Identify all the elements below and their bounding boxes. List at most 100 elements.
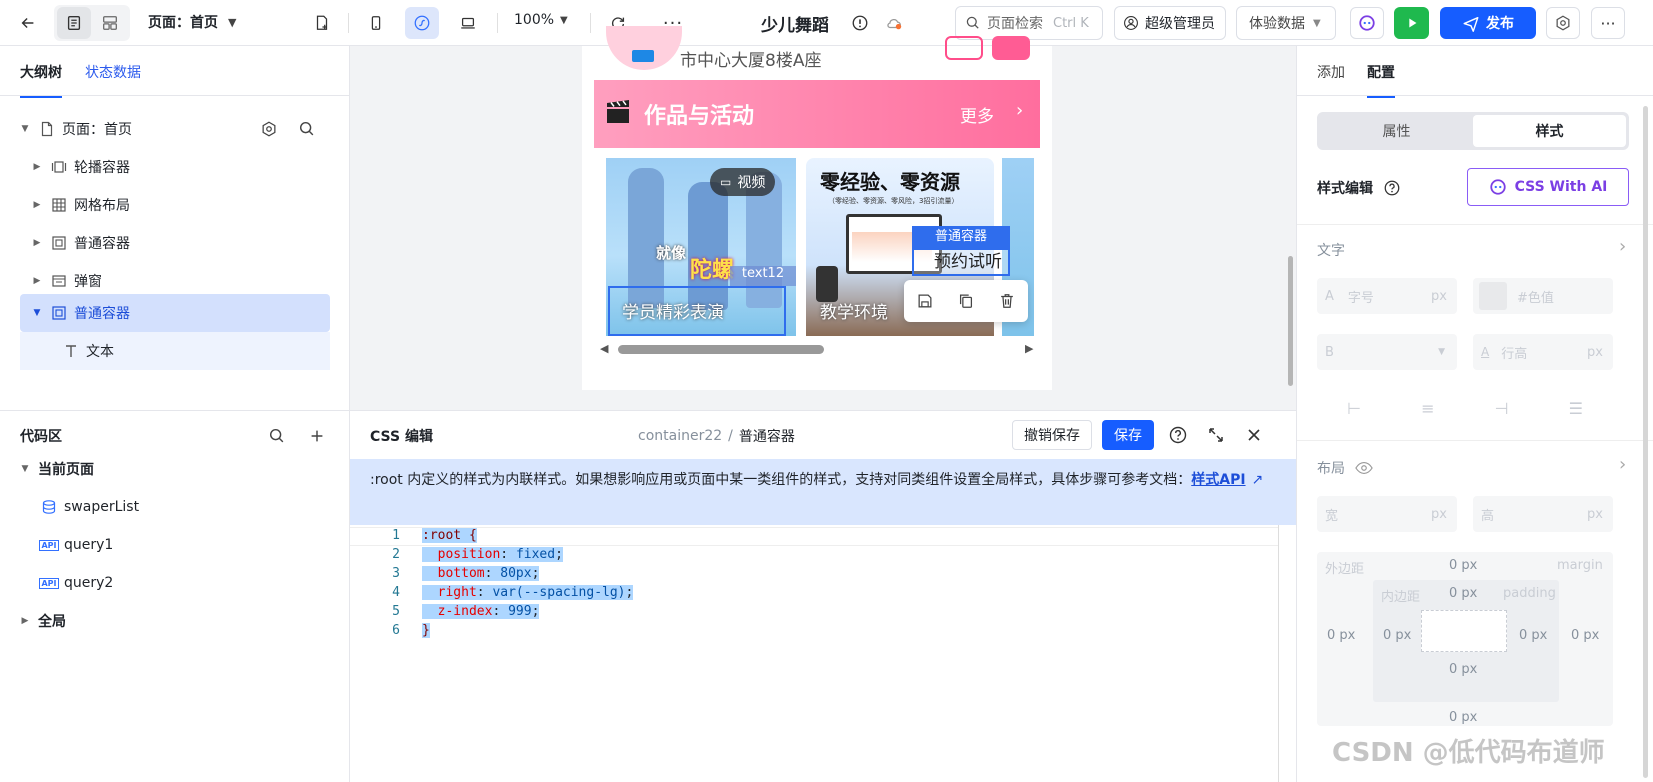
tab-add[interactable]: 添加 [1317,62,1345,82]
css-with-ai-button[interactable]: CSS With AI [1467,168,1629,206]
phone-button[interactable] [945,36,983,60]
caret-right-icon[interactable]: ▶ [32,162,42,172]
padding-right-value[interactable]: 0 px [1519,628,1547,643]
add-icon[interactable] [308,427,326,445]
code-editor[interactable]: 1:root {2 position: fixed; 3 bottom: 80px… [350,525,1278,782]
code-item-query1[interactable]: API query1 [20,526,330,564]
align-left-icon[interactable]: ⊢ [1347,399,1361,418]
current-page-group[interactable]: ▼ 当前页面 [20,450,330,488]
padding-bottom-value[interactable]: 0 px [1449,662,1477,677]
external-link-icon[interactable]: ↗ [1252,472,1264,488]
eye-icon[interactable] [1355,461,1373,475]
tab-config[interactable]: 配置 [1367,62,1395,98]
outline-view-icon[interactable] [57,7,91,39]
card-performance[interactable]: ▭ 视频 就像 陀螺 text12 学员精彩表演 [606,158,796,336]
copy-icon[interactable] [957,292,975,310]
caret-down-icon[interactable]: ▼ [32,308,42,318]
tree-item-grid[interactable]: ▶ 网格布局 [20,186,330,224]
save-button[interactable]: 保存 [1102,420,1154,450]
padding-left-value[interactable]: 0 px [1383,628,1411,643]
chevron-right-icon[interactable]: › [1619,454,1626,475]
search-icon[interactable] [268,427,286,445]
color-swatch[interactable] [1479,282,1507,310]
page-selector[interactable]: 页面：首页 ▼ [148,12,236,32]
info-icon[interactable] [846,7,874,39]
close-icon[interactable] [1244,425,1264,445]
font-size-input[interactable]: A 字号 px [1317,278,1457,314]
segment-style[interactable]: 样式 [1473,115,1626,147]
canvas-vertical-scrollbar[interactable] [1288,256,1293,386]
selected-text-box[interactable]: 预约试听 [912,248,1010,276]
tree-item-container[interactable]: ▶ 普通容器 [20,224,330,262]
scroll-right-icon[interactable]: ▶ [1025,342,1033,355]
add-page-icon[interactable] [306,7,338,39]
delete-icon[interactable] [998,292,1016,310]
align-right-icon[interactable]: ⊣ [1495,399,1509,418]
code-line[interactable]: right: var(--spacing-lg); [422,585,634,600]
tree-item-text[interactable]: 文本 [20,332,330,370]
user-menu[interactable]: 超级管理员 [1114,6,1226,40]
margin-right-value[interactable]: 0 px [1571,628,1599,643]
settings-icon[interactable] [260,120,278,138]
publish-button[interactable]: 发布 [1440,7,1536,39]
margin-left-value[interactable]: 0 px [1327,628,1355,643]
color-input[interactable]: #色值 [1473,278,1613,314]
code-line[interactable]: z-index: 999; [422,604,540,619]
font-weight-select[interactable]: B ▼ [1317,334,1457,370]
desktop-view-icon[interactable] [451,7,485,39]
height-input[interactable]: 高 px [1473,496,1613,532]
mobile-view-icon[interactable] [360,7,392,39]
align-justify-icon[interactable]: ☰ [1569,399,1583,418]
banner-more[interactable]: 更多 [960,102,994,127]
tree-item-container-selected[interactable]: ▼ 普通容器 [20,294,330,332]
save-icon[interactable] [916,292,934,310]
tab-state-data[interactable]: 状态数据 [85,62,141,82]
code-item-query2[interactable]: API query2 [20,564,330,602]
layout-section-title[interactable]: 布局 [1317,458,1373,478]
code-line[interactable]: } [422,623,430,638]
caret-down-icon[interactable]: ▼ [20,124,30,134]
code-line[interactable]: position: fixed; [422,547,563,562]
margin-top-value[interactable]: 0 px [1449,558,1477,573]
tab-outline[interactable]: 大纲树 [20,62,62,98]
align-center-icon[interactable]: ≡ [1421,399,1434,418]
expand-icon[interactable] [1206,425,1226,445]
right-panel-scrollbar[interactable] [1643,106,1648,778]
help-icon[interactable] [1168,425,1188,445]
caret-right-icon[interactable]: ▶ [20,616,30,626]
caret-right-icon[interactable]: ▶ [32,276,42,286]
layout-view-icon[interactable] [93,7,127,39]
back-icon[interactable] [12,7,44,39]
zoom-selector[interactable]: 100% ▼ [514,12,568,28]
code-vertical-scrollbar[interactable] [1278,525,1296,782]
code-line[interactable]: :root { [422,528,477,543]
data-mode-select[interactable]: 体验数据 ▼ [1236,6,1336,40]
cancel-save-button[interactable]: 撤销保存 [1012,420,1092,450]
tree-item-page[interactable]: ▼ 页面：首页 [20,110,330,148]
ai-assistant-icon[interactable] [1350,7,1384,39]
breadcrumb-parent[interactable]: container22 [638,428,722,444]
miniprogram-view-icon[interactable] [405,7,439,39]
more-menu-icon[interactable]: ··· [1591,7,1625,39]
caret-right-icon[interactable]: ▶ [32,200,42,210]
line-height-input[interactable]: A 行高 px [1473,334,1613,370]
settings-icon[interactable] [1546,7,1580,39]
global-group[interactable]: ▶ 全局 [20,602,330,640]
navigate-button[interactable] [992,36,1030,60]
segment-attributes[interactable]: 属性 [1320,115,1473,147]
scroll-left-icon[interactable]: ◀ [600,342,608,355]
width-input[interactable]: 宽 px [1317,496,1457,532]
padding-top-value[interactable]: 0 px [1449,586,1477,601]
code-item-swaperlist[interactable]: swaperList [20,488,330,526]
caret-down-icon[interactable]: ▼ [20,464,30,474]
help-icon[interactable] [1383,179,1401,197]
preview-run-button[interactable] [1394,7,1429,39]
horizontal-scrollbar-thumb[interactable] [618,345,824,354]
tree-item-carousel[interactable]: ▶ 轮播容器 [20,148,330,186]
code-line[interactable]: bottom: 80px; [422,566,540,581]
search-icon[interactable] [298,120,316,138]
page-search[interactable]: 页面检索 Ctrl K [955,6,1103,40]
margin-bottom-value[interactable]: 0 px [1449,710,1477,725]
text-section-title[interactable]: 文字 [1317,240,1345,260]
caret-right-icon[interactable]: ▶ [32,238,42,248]
